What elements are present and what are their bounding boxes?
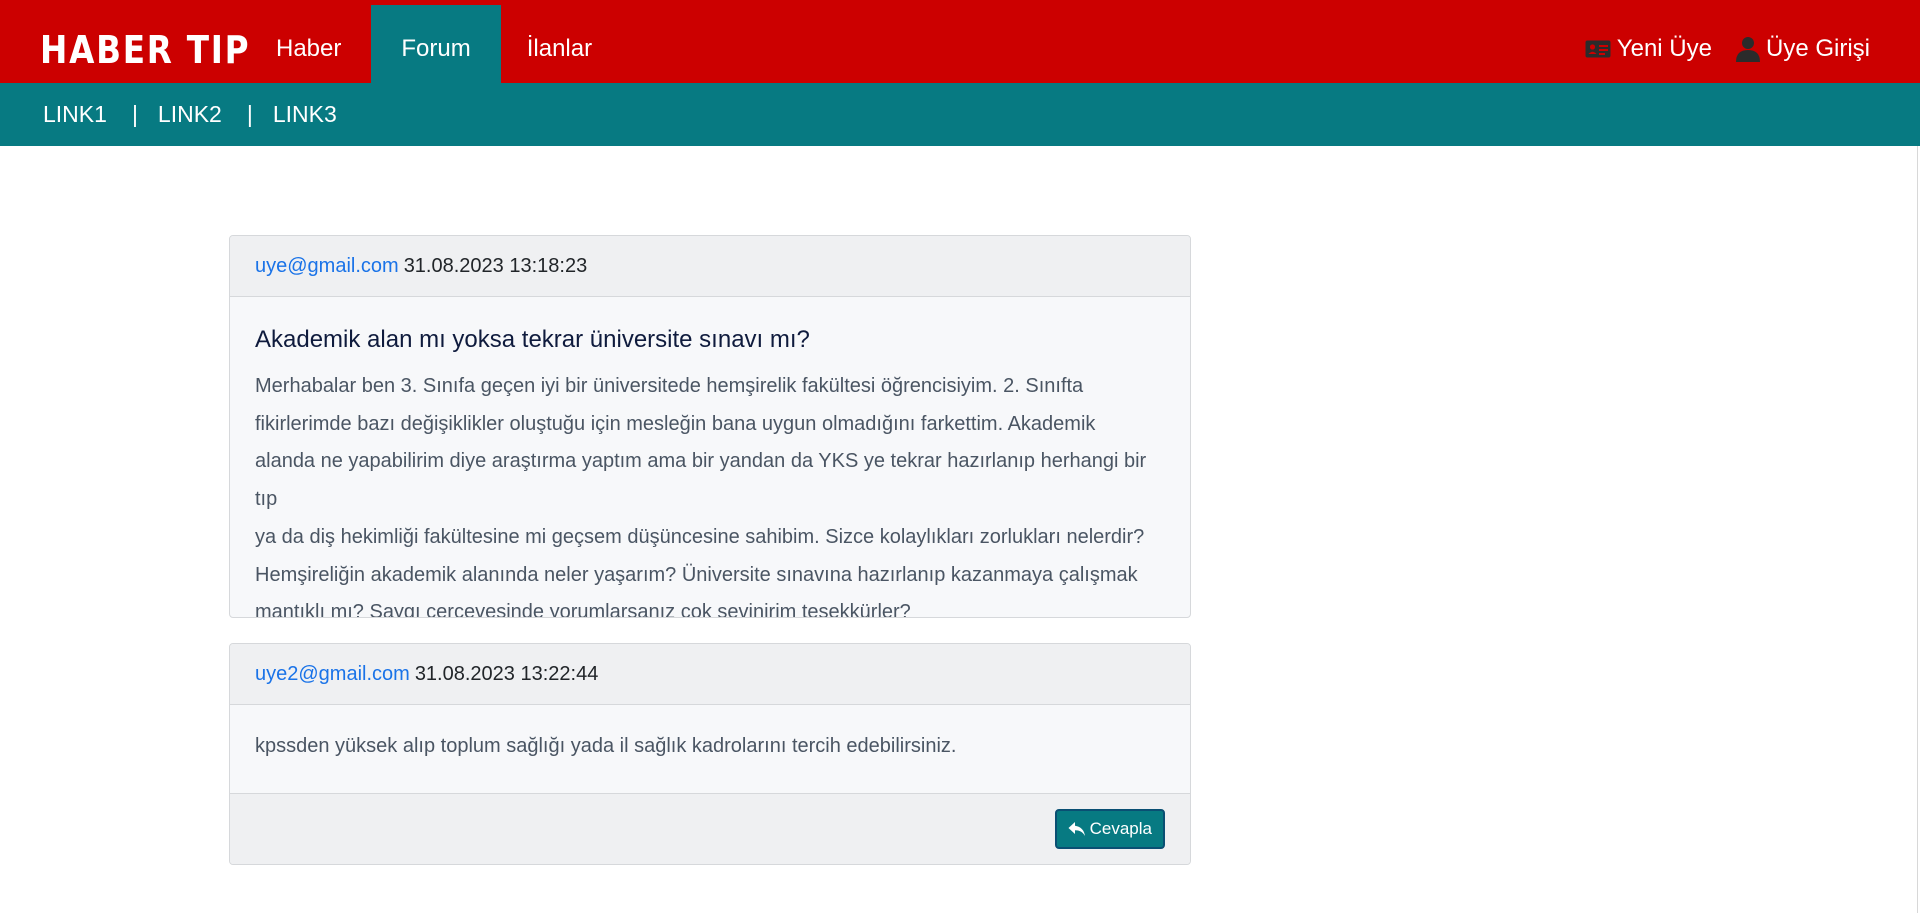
nav-item-haber[interactable]: Haber [250,5,371,83]
question-text-line: alanda ne yapabilirim diye araştırma yap… [255,450,1147,511]
user-icon [1735,36,1760,62]
reply-icon [1068,821,1086,837]
auth-links: Yeni Üye Üye Girişi [1561,0,1870,83]
nav-item-forum[interactable]: Forum [371,5,501,83]
question-body: Akademik alan mı yoksa tekrar üniversite… [230,297,1190,618]
reply-author-link[interactable]: uye2@gmail.com [255,663,410,686]
question-text-line: ya da diş hekimliği fakültesine mi geçse… [255,525,1145,548]
subnav-separator: | [246,101,253,127]
question-text-line: mantıklı mı? Saygı çerçevesinde yorumlar… [255,601,911,618]
reply-timestamp: 31.08.2023 13:22:44 [414,662,599,685]
brand-logo[interactable]: HABER TIP [40,0,250,83]
question-card: uye@gmail.com 31.08.2023 13:18:23 Akadem… [229,235,1191,618]
question-title: Akademik alan mı yoksa tekrar üniversite… [255,326,810,353]
login-label: Üye Girişi [1765,34,1870,62]
question-text: Merhabalar ben 3. Sınıfa geçen iyi bir ü… [255,368,1165,618]
id-card-icon [1585,39,1611,59]
subnav-link-1[interactable]: LINK1 [43,101,107,128]
reply-button[interactable]: Cevapla [1054,809,1165,849]
question-timestamp: 31.08.2023 13:18:23 [403,254,588,277]
reply-footer: Cevapla [230,793,1190,864]
question-header: uye@gmail.com 31.08.2023 13:18:23 [230,236,1190,297]
reply-body: kpssden yüksek alıp toplum sağlığı yada … [230,705,1190,793]
subnav-link-2[interactable]: LINK2 [158,101,222,128]
register-link[interactable]: Yeni Üye [1585,35,1712,63]
main-nav: Haber Forum İlanlar [250,5,618,83]
subnav-link-3[interactable]: LINK3 [273,101,337,128]
sub-navbar: LINK1 | LINK2 | LINK3 [0,83,1920,146]
login-link[interactable]: Üye Girişi [1735,34,1870,63]
reply-card: uye2@gmail.com 31.08.2023 13:22:44 kpssd… [229,643,1191,865]
nav-item-ilanlar[interactable]: İlanlar [501,5,618,83]
reply-header: uye2@gmail.com 31.08.2023 13:22:44 [230,644,1190,705]
question-author-link[interactable]: uye@gmail.com [255,255,399,278]
register-label: Yeni Üye [1616,34,1712,62]
question-text-line: fikirlerimde bazı değişiklikler oluştuğu… [255,412,1096,435]
reply-button-label: Cevapla [1089,819,1152,838]
question-text-line: Merhabalar ben 3. Sınıfa geçen iyi bir ü… [255,375,1084,397]
reply-text: kpssden yüksek alıp toplum sağlığı yada … [255,735,957,757]
top-navbar: HABER TIP Haber Forum İlanlar Yeni Üye Ü… [0,0,1920,83]
question-text-line: Hemşireliğin akademik alanında neler yaş… [255,563,1138,586]
subnav-separator: | [131,101,138,127]
page-edge-divider [1917,146,1918,913]
